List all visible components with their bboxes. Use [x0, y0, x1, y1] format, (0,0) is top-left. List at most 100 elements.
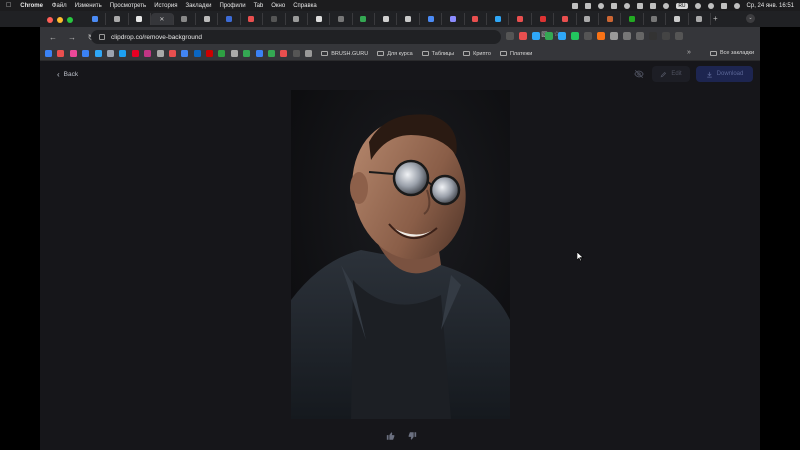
bookmark-favicon-icon[interactable] [292, 50, 300, 57]
back-button[interactable]: ‹ Back [57, 70, 78, 79]
browser-tab[interactable] [263, 13, 286, 25]
browser-tab[interactable] [308, 13, 331, 25]
menu-window[interactable]: Окно [271, 3, 285, 9]
menu-edit[interactable]: Изменить [75, 3, 102, 9]
bookmark-favicon-icon[interactable] [94, 50, 102, 57]
menu-history[interactable]: История [154, 3, 177, 9]
extension-icon[interactable] [623, 32, 631, 40]
browser-tab[interactable] [196, 13, 219, 25]
extension-icon[interactable] [532, 32, 540, 40]
bookmark-folder[interactable]: Платежи [499, 51, 532, 57]
browser-tab[interactable] [621, 13, 644, 25]
input-source-badge[interactable]: RU [676, 2, 688, 9]
thumbs-up-button[interactable] [385, 430, 397, 442]
url-text[interactable]: clipdrop.co/remove-background [111, 34, 202, 41]
site-info-icon[interactable] [99, 34, 105, 40]
browser-tab[interactable] [644, 13, 667, 25]
more-bookmarks-button[interactable]: » [687, 49, 691, 56]
apple-icon[interactable]:  [6, 2, 11, 9]
control-center-icon[interactable] [733, 2, 740, 9]
browser-tab[interactable] [375, 13, 398, 25]
search-icon[interactable] [720, 2, 727, 9]
bookmark-favicon-icon[interactable] [156, 50, 164, 57]
bookmark-favicon-icon[interactable] [45, 50, 52, 57]
menu-clock[interactable]: Ср, 24 янв. 16:51 [747, 3, 794, 9]
thumbs-down-button[interactable] [406, 430, 418, 442]
browser-tab[interactable] [218, 13, 241, 25]
browser-tab[interactable] [174, 13, 196, 25]
forward-nav-button[interactable]: → [66, 33, 78, 42]
browser-tab[interactable] [532, 13, 555, 25]
extension-icon[interactable] [571, 32, 579, 40]
bookmark-favicon-icon[interactable] [193, 50, 201, 57]
bookmark-favicon-icon[interactable] [57, 50, 65, 57]
bookmark-folder[interactable]: Для курса [377, 51, 413, 57]
browser-tab[interactable]: ✕ [151, 13, 174, 25]
browser-tab[interactable] [106, 13, 129, 25]
browser-tab[interactable] [442, 13, 465, 25]
status-icon[interactable] [663, 2, 670, 9]
browser-tab[interactable] [129, 13, 152, 25]
browser-tab[interactable] [330, 13, 353, 25]
browser-tab[interactable] [577, 13, 599, 25]
bookmark-favicon-icon[interactable] [131, 50, 139, 57]
bookmark-favicon-icon[interactable] [305, 50, 313, 57]
download-button[interactable]: Download [696, 66, 753, 82]
browser-tab[interactable] [241, 13, 264, 25]
status-icon[interactable] [611, 2, 618, 9]
wifi-icon[interactable] [707, 2, 714, 9]
menu-profiles[interactable]: Профили [219, 3, 245, 9]
minimize-window-button[interactable] [57, 17, 63, 23]
browser-tab[interactable] [465, 13, 488, 25]
bookmark-favicon-icon[interactable] [218, 50, 226, 57]
bookmark-favicon-icon[interactable] [206, 50, 214, 57]
browser-tab[interactable] [599, 13, 622, 25]
status-icon[interactable] [624, 2, 631, 9]
extension-icon[interactable] [636, 32, 644, 40]
bookmark-favicon-icon[interactable] [181, 50, 189, 57]
status-icon[interactable] [598, 2, 605, 9]
bookmark-favicon-icon[interactable] [144, 50, 152, 57]
menu-view[interactable]: Просмотреть [110, 3, 146, 9]
close-window-button[interactable] [47, 17, 53, 23]
hide-original-button[interactable] [631, 67, 647, 81]
bookmark-favicon-icon[interactable] [69, 50, 77, 57]
edit-button[interactable]: Edit [652, 66, 690, 82]
bluetooth-icon[interactable] [694, 2, 701, 9]
browser-tab[interactable] [509, 13, 532, 25]
status-icon[interactable] [650, 2, 657, 9]
maximize-window-button[interactable] [67, 17, 73, 23]
extension-icon[interactable] [519, 32, 527, 40]
bookmark-favicon-icon[interactable] [268, 50, 276, 57]
bookmark-folder[interactable]: Таблицы [421, 51, 454, 57]
bookmark-favicon-icon[interactable] [280, 50, 288, 57]
menu-tab[interactable]: Tab [254, 3, 264, 9]
all-bookmarks-button[interactable]: Все закладки [710, 50, 754, 56]
browser-tab[interactable] [353, 13, 376, 25]
browser-tab[interactable] [666, 13, 689, 25]
bookmark-favicon-icon[interactable] [106, 50, 114, 57]
status-icon[interactable] [637, 2, 644, 9]
status-icon[interactable] [585, 2, 592, 9]
browser-tab[interactable] [689, 13, 711, 25]
bookmark-favicon-icon[interactable] [255, 50, 263, 57]
back-nav-button[interactable]: ← [47, 33, 59, 42]
extension-icon[interactable] [597, 32, 605, 40]
status-icon[interactable] [572, 2, 579, 9]
bookmark-favicon-icon[interactable] [82, 50, 90, 57]
bookmark-folder[interactable]: BRUSH.GURU [321, 51, 368, 57]
extension-icon[interactable] [545, 32, 553, 40]
new-tab-button[interactable]: + [713, 14, 718, 23]
menu-help[interactable]: Справка [293, 3, 317, 9]
extension-icon[interactable] [662, 32, 670, 40]
bookmark-folder[interactable]: Крипто [463, 51, 491, 57]
app-name[interactable]: Chrome [20, 3, 43, 9]
extension-icon[interactable] [675, 32, 683, 40]
bookmark-favicon-icon[interactable] [243, 50, 251, 57]
bookmark-favicon-icon[interactable] [168, 50, 176, 57]
address-bar[interactable]: clipdrop.co/remove-background [91, 30, 501, 44]
menu-file[interactable]: Файл [52, 3, 67, 9]
extension-icon[interactable] [610, 32, 618, 40]
menu-bookmarks[interactable]: Закладки [185, 3, 211, 9]
browser-tab[interactable] [84, 13, 107, 25]
